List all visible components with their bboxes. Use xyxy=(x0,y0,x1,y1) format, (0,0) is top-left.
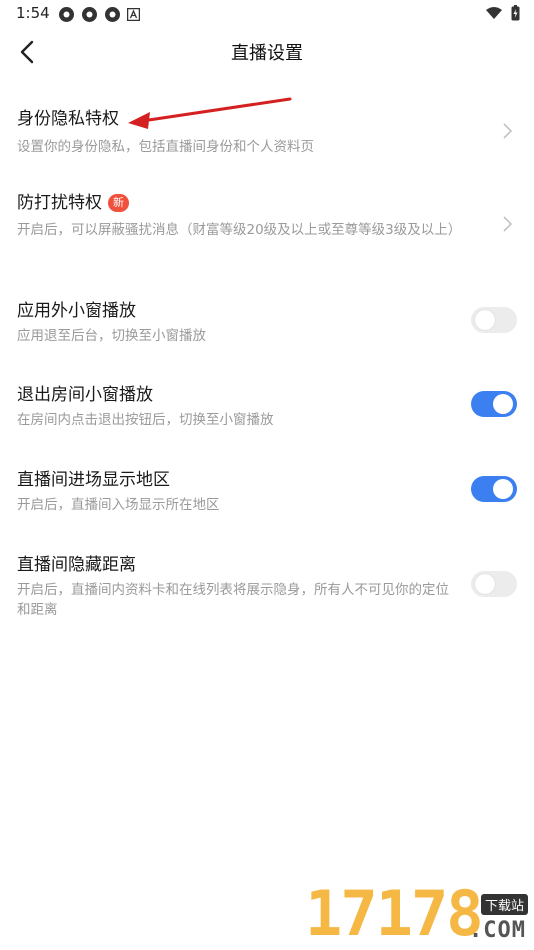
setting-label-text: 防打扰特权 xyxy=(17,193,102,213)
toggle-knob xyxy=(493,479,513,499)
exit-room-mini-window-toggle[interactable] xyxy=(471,391,517,417)
chevron-right-icon xyxy=(503,216,513,232)
annotation-arrow-icon xyxy=(128,97,292,129)
watermark-tag: 下载站 xyxy=(480,894,528,915)
status-time: 1:54 xyxy=(16,4,50,22)
chevron-right-icon xyxy=(503,123,513,139)
toggle-knob xyxy=(493,394,513,414)
setting-label: 退出房间小窗播放 xyxy=(17,385,153,405)
battery-icon xyxy=(511,5,520,21)
setting-row-show-region: 直播间进场显示地区 开启后，直播间入场显示所在地区 xyxy=(0,465,534,517)
wifi-icon xyxy=(486,7,502,19)
setting-label: 直播间进场显示地区 xyxy=(17,470,170,490)
setting-description: 设置你的身份隐私，包括直播间身份和个人资料页 xyxy=(17,139,314,155)
site-watermark-logo: 17178 下载站 .COM xyxy=(305,880,530,948)
setting-description: 开启后，直播间内资料卡和在线列表将展示隐身，所有人不可见你的定位和距离 xyxy=(17,582,449,618)
setting-label: 直播间隐藏距离 xyxy=(17,555,136,575)
toggle-knob xyxy=(475,574,495,594)
toggle-knob xyxy=(475,310,495,330)
status-system-icons xyxy=(485,5,520,21)
page-title: 直播设置 xyxy=(231,43,303,64)
app-notification-icon xyxy=(105,7,120,22)
show-region-toggle[interactable] xyxy=(471,476,517,502)
setting-row-outside-mini-window: 应用外小窗播放 应用退至后台，切换至小窗播放 xyxy=(0,296,534,348)
app-notification-icon xyxy=(82,7,97,22)
watermark-domain: .COM xyxy=(469,918,526,943)
outside-mini-window-toggle[interactable] xyxy=(471,307,517,333)
setting-description: 应用退至后台，切换至小窗播放 xyxy=(17,328,206,344)
setting-row-anti-disturb[interactable]: 防打扰特权新 开启后，可以屏蔽骚扰消息（财富等级20级及以上或至尊等级3级及以上… xyxy=(0,188,534,263)
setting-description: 开启后，直播间入场显示所在地区 xyxy=(17,497,220,513)
setting-description: 开启后，可以屏蔽骚扰消息（财富等级20级及以上或至尊等级3级及以上） xyxy=(17,222,462,238)
setting-label: 应用外小窗播放 xyxy=(17,301,136,321)
setting-label: 身份隐私特权 xyxy=(17,109,119,129)
new-badge: 新 xyxy=(108,194,129,212)
status-notification-icons xyxy=(58,6,140,23)
setting-description: 在房间内点击退出按钮后，切换至小窗播放 xyxy=(17,412,274,428)
setting-row-hide-distance: 直播间隐藏距离 开启后，直播间内资料卡和在线列表将展示隐身，所有人不可见你的定位… xyxy=(0,550,534,622)
app-notification-icon xyxy=(59,7,74,22)
a-app-icon xyxy=(127,8,140,21)
setting-row-exit-room-mini-window: 退出房间小窗播放 在房间内点击退出按钮后，切换至小窗播放 xyxy=(0,380,534,432)
status-bar: 1:54 xyxy=(0,0,534,28)
top-bar: 直播设置 xyxy=(0,28,534,76)
hide-distance-toggle[interactable] xyxy=(471,571,517,597)
watermark-digits: 17178 xyxy=(305,877,484,950)
setting-label: 防打扰特权新 xyxy=(17,188,129,213)
